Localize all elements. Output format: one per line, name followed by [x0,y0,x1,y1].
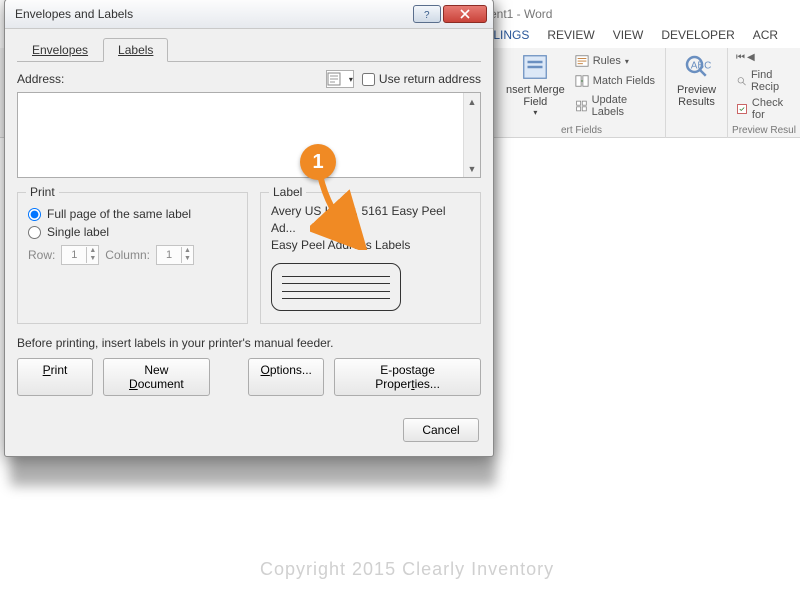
check-errors-button[interactable]: Check for [736,95,792,123]
column-input [157,249,181,261]
col-down-icon: ▼ [182,255,193,263]
label-fieldset[interactable]: Label Avery US Letter, 5161 Easy Peel Ad… [260,192,481,324]
insert-merge-field-button[interactable]: nsert Merge Field ▾ [506,52,565,120]
ribbon-group-preview: ABC Preview Results [666,48,728,138]
row-label: Row: [28,248,55,262]
print-button[interactable]: Print [17,358,93,396]
preview-results-button[interactable]: ABC Preview Results [674,52,719,108]
update-labels-button[interactable]: Update Labels [575,92,657,120]
help-button[interactable]: ? [413,5,441,23]
row-down-icon: ▼ [87,255,98,263]
label-legend: Label [269,185,306,199]
svg-text:ABC: ABC [690,60,711,71]
row-up-icon: ▲ [87,247,98,255]
feeder-note: Before printing, insert labels in your p… [17,336,481,350]
dialog-tabs: Envelopes Labels [17,37,481,62]
match-fields-button[interactable]: Match Fields [575,72,657,90]
svg-text:?: ? [424,10,430,20]
first-record-icon[interactable]: ⏮ [736,52,745,63]
tab-review[interactable]: REVIEW [547,28,594,42]
options-button[interactable]: Options... [248,358,325,396]
label-preview-graphic [271,263,401,311]
tab-labels[interactable]: Labels [103,38,168,62]
row-spinner: ▲▼ [61,245,99,265]
group-label-preview: Preview Resul [728,125,800,136]
ribbon-tabs: ILINGS REVIEW VIEW DEVELOPER ACR [490,28,778,42]
col-up-icon: ▲ [182,247,193,255]
address-scrollbar[interactable]: ▲ ▼ [463,93,480,177]
print-fieldset: Print Full page of the same label Full p… [17,192,248,324]
close-button[interactable] [443,5,487,23]
tab-view[interactable]: VIEW [613,28,644,42]
tab-developer[interactable]: DEVELOPER [661,28,734,42]
ribbon-group-preview-nav: ⏮ ◀ Find Recip Check for Preview Resul [728,48,800,138]
tab-envelopes[interactable]: Envelopes [17,38,103,62]
dialog-title: Envelopes and Labels [15,7,411,21]
find-recipient-button[interactable]: Find Recip [736,67,792,95]
dialog-titlebar: Envelopes and Labels ? [5,0,493,29]
address-book-button[interactable]: ▾ [326,70,354,88]
prev-record-icon[interactable]: ◀ [747,52,755,63]
envelopes-labels-dialog: Envelopes and Labels ? Envelopes Labels … [4,0,494,457]
print-legend: Print [26,185,59,199]
column-label: Column: [105,248,150,262]
label-vendor-text: Avery US Letter, 5161 Easy Peel Ad... [271,203,470,237]
tab-acrobat[interactable]: ACR [753,28,778,42]
ribbon-group-fields: nsert Merge Field ▾ Rules ▾ Match Fields… [498,48,666,138]
address-label: AAddress:ddress: [17,72,64,86]
group-label-fields: ert Fields [498,125,665,136]
scroll-down-icon[interactable]: ▼ [464,160,480,177]
single-label-radio[interactable]: Single label [28,225,237,239]
full-page-radio[interactable]: Full page of the same label [28,207,237,221]
address-textarea[interactable]: ▲ ▼ [17,92,481,178]
watermark: Copyright 2015 Clearly Inventory [260,559,554,580]
label-product-text: Easy Peel Address Labels [271,237,470,254]
new-document-button[interactable]: New Document [103,358,210,396]
use-return-checkbox-input[interactable] [362,73,375,86]
use-return-address-checkbox[interactable]: Use return address [362,72,481,86]
column-spinner: ▲▼ [156,245,194,265]
row-input [62,249,86,261]
cancel-button[interactable]: Cancel [403,418,479,442]
annotation-badge-1: 1 [300,144,336,180]
rules-button[interactable]: Rules ▾ [575,52,657,70]
scroll-up-icon[interactable]: ▲ [464,93,480,110]
epostage-button[interactable]: E-postage Properties... [334,358,481,396]
